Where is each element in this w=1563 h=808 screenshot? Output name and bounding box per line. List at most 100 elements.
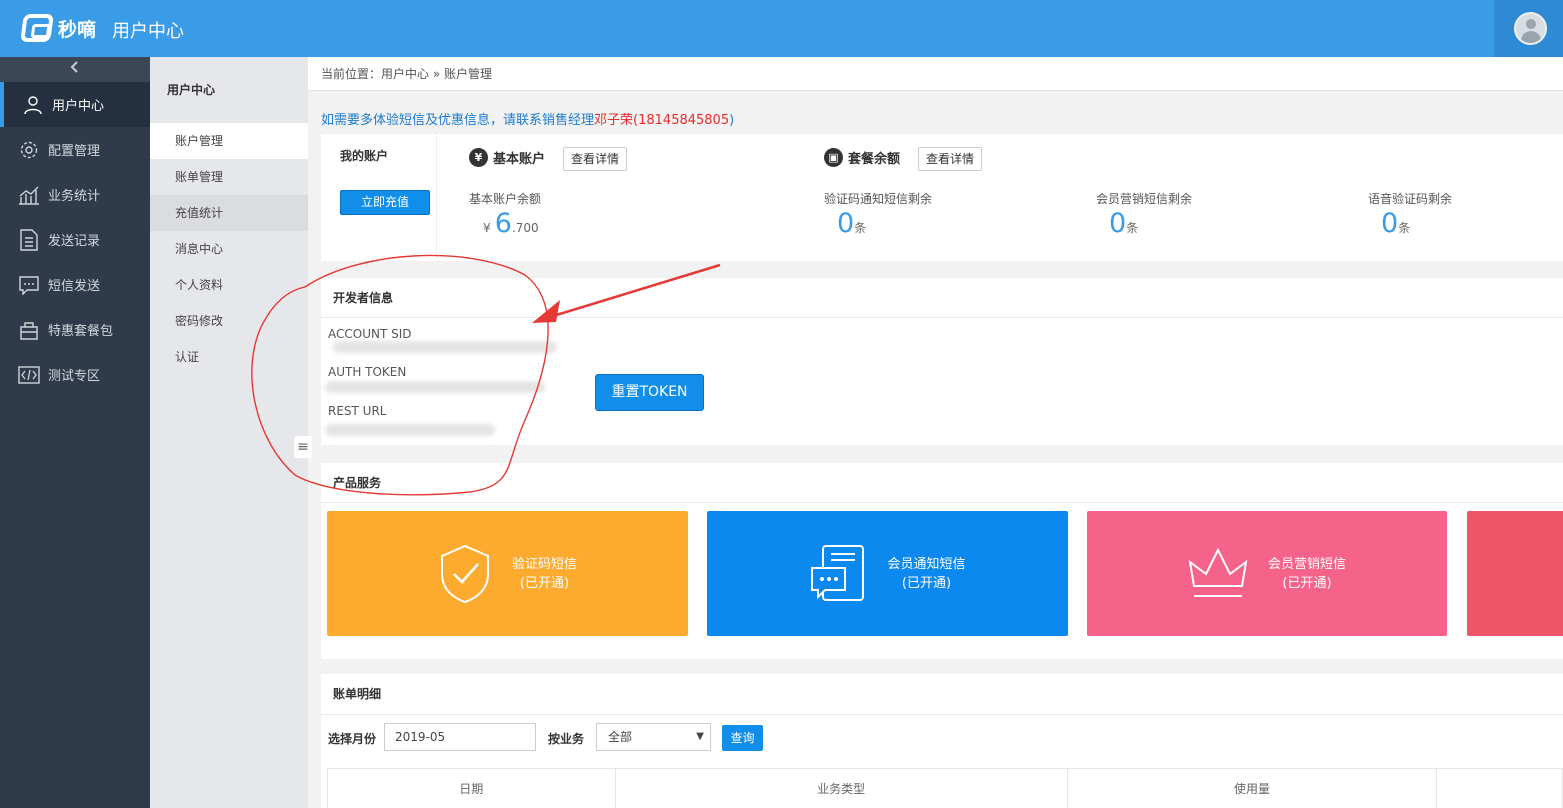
sidebar-item-label: 用户中心 (52, 99, 105, 114)
auth-token-value-redacted (325, 381, 545, 393)
rest-url-label: REST URL (328, 404, 387, 418)
basic-detail-button[interactable]: 查看详情 (563, 147, 628, 171)
tile-name: 会员营销短信 (1267, 556, 1346, 572)
subnav-item-password[interactable]: 密码修改 (150, 303, 308, 339)
stat-unit: 条 (1126, 221, 1139, 235)
tile-partial[interactable] (1467, 511, 1563, 636)
billing-table-header: 日期 业务类型 使用量 (327, 768, 1563, 808)
tile-status: (已开通) (519, 575, 570, 591)
sidebar-item-packages[interactable]: 特惠套餐包 (0, 307, 150, 352)
query-button[interactable]: 查询 (722, 725, 763, 751)
rest-url-value-redacted (325, 424, 495, 436)
package-balance-header: ▣ 套餐余额 (824, 148, 900, 167)
tile-name: 会员通知短信 (887, 556, 966, 572)
notice-text: 如需要多体验短信及优惠信息，请联系销售经理 (321, 113, 595, 128)
logo-mark-icon (20, 14, 54, 42)
yen-icon: ¥ (469, 148, 488, 167)
divider (321, 502, 1563, 503)
sidebar-item-label: 业务统计 (48, 189, 101, 204)
product-services-title: 产品服务 (333, 476, 382, 490)
user-menu[interactable] (1494, 0, 1563, 57)
subnav-item-profile[interactable]: 个人资料 (150, 267, 308, 303)
balance-decimal: .700 (511, 221, 539, 235)
voice-code-remaining-value: 0条 (1381, 208, 1410, 239)
tile-label: 验证码短信 (已开通) (512, 555, 577, 593)
sidebar-item-label: 配置管理 (48, 144, 101, 159)
billing-detail-card: 账单明细 选择月份 2019-05 按业务 全部 ▼ 查询 日期 业务类型 使用… (321, 674, 1563, 808)
phone-close: ) (729, 113, 735, 128)
sidebar-item-label: 特惠套餐包 (48, 324, 114, 339)
business-select[interactable]: 全部 ▼ (596, 723, 711, 751)
sales-manager-phone: 18145845805 (638, 113, 730, 128)
stat-number: 0 (837, 208, 855, 239)
verify-sms-remaining-value: 0条 (837, 208, 866, 239)
subnav-item-messages[interactable]: 消息中心 (150, 231, 308, 267)
shield-check-icon (440, 544, 489, 603)
basic-account-header: ¥ 基本账户 (469, 148, 545, 167)
recharge-button[interactable]: 立即充值 (340, 190, 430, 215)
tile-name: 验证码短信 (511, 556, 577, 572)
marketing-sms-remaining-value: 0条 (1109, 208, 1138, 239)
menu-handle-icon[interactable]: ≡ (294, 436, 312, 458)
package-detail-button[interactable]: 查看详情 (918, 147, 983, 171)
tile-member-marketing-sms[interactable]: 会员营销短信 (已开通) (1087, 511, 1447, 636)
sidebar-item-stats[interactable]: 业务统计 (0, 172, 150, 217)
month-filter-label: 选择月份 (328, 732, 377, 746)
sidebar-item-label: 发送记录 (48, 234, 101, 249)
account-card: 我的账户 立即充值 ¥ 基本账户 查看详情 ▣ 套餐余额 查看详情 基本账户余额… (321, 134, 1563, 261)
package-balance-title: 套餐余额 (848, 152, 901, 167)
document-icon (18, 228, 40, 251)
chat-notice-icon (811, 544, 865, 601)
subnav-item-billing[interactable]: 账单管理 (150, 159, 308, 195)
reset-token-button[interactable]: 重置TOKEN (595, 374, 704, 411)
currency-symbol: ¥ (483, 221, 491, 235)
sidebar-item-label: 测试专区 (48, 369, 101, 384)
stat-unit: 条 (1398, 221, 1411, 235)
sales-manager-name: 邓子荣 (594, 113, 634, 128)
subnav-item-account[interactable]: 账户管理 (150, 123, 308, 159)
sidebar-item-send-records[interactable]: 发送记录 (0, 217, 150, 262)
auth-token-label: AUTH TOKEN (328, 365, 407, 379)
sidebar-item-test-zone[interactable]: 测试专区 (0, 352, 150, 397)
divider (321, 317, 1563, 318)
sidebar-item-sms-send[interactable]: 短信发送 (0, 262, 150, 307)
crown-icon (1188, 547, 1248, 597)
product-services-card: 产品服务 验证码短信 (已开通) 会员通知短信 (已开通) 会员营销短信 (已开通) (321, 463, 1563, 659)
balance-label: 基本账户余额 (469, 192, 542, 206)
tile-status: (已开通) (1282, 575, 1332, 591)
tile-label: 会员通知短信 (已开通) (887, 555, 965, 593)
sidebar: 用户中心 配置管理 业务统计 发送记录 短信发送 特惠套餐包 测试专区 (0, 57, 150, 808)
column-header-business-type[interactable]: 业务类型 (616, 769, 1068, 808)
business-filter-label: 按业务 (548, 732, 585, 746)
my-account-panel: 我的账户 立即充值 (321, 134, 437, 261)
logo[interactable]: 秒嘀 (20, 14, 97, 42)
sidebar-item-user-center[interactable]: 用户中心 (0, 82, 150, 127)
column-header-date[interactable]: 日期 (328, 769, 616, 808)
avatar[interactable] (1514, 12, 1547, 45)
collapse-sidebar-button[interactable] (0, 57, 150, 82)
column-header-extra (1437, 769, 1562, 808)
tile-verify-sms[interactable]: 验证码短信 (已开通) (327, 511, 688, 636)
my-account-title: 我的账户 (340, 149, 389, 163)
basic-account-title: 基本账户 (493, 152, 546, 167)
billing-title: 账单明细 (333, 687, 382, 701)
message-icon (18, 274, 40, 296)
sidebar-item-config[interactable]: 配置管理 (0, 127, 150, 172)
column-header-usage[interactable]: 使用量 (1068, 769, 1438, 808)
month-input[interactable]: 2019-05 (384, 723, 536, 751)
gear-icon (18, 139, 40, 161)
app-title: 用户中心 (112, 21, 184, 42)
tile-member-notice-sms[interactable]: 会员通知短信 (已开通) (707, 511, 1068, 636)
subnav-item-recharge-stats[interactable]: 充值统计 (150, 195, 308, 231)
code-icon (18, 364, 40, 386)
subnav-item-verification[interactable]: 认证 (150, 339, 308, 375)
account-sid-value-redacted (333, 341, 557, 353)
sales-notice: 如需要多体验短信及优惠信息，请联系销售经理邓子荣(18145845805) (321, 109, 734, 128)
main-content: 当前位置：用户中心 » 账户管理 如需要多体验短信及优惠信息，请联系销售经理邓子… (308, 57, 1563, 808)
sub-navigation: 用户中心 账户管理 账单管理 充值统计 消息中心 个人资料 密码修改 认证 (150, 57, 308, 808)
account-sid-label: ACCOUNT SID (328, 327, 412, 341)
chevron-left-icon (70, 61, 78, 73)
logo-text: 秒嘀 (58, 18, 97, 41)
sidebar-item-label: 短信发送 (48, 279, 101, 294)
tile-label: 会员营销短信 (已开通) (1268, 555, 1346, 593)
